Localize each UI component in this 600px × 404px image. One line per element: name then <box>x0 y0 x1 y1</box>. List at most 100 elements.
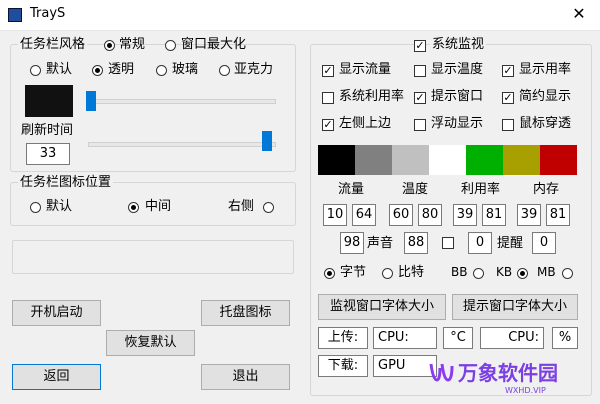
transparency-slider-thumb[interactable] <box>86 91 96 111</box>
remind-label: 提醒 <box>497 236 524 251</box>
header-memory: 内存 <box>533 182 560 197</box>
usage-value-1[interactable]: 39 <box>453 204 477 226</box>
simple-display-label: 简约显示 <box>519 89 572 104</box>
restore-default-button[interactable]: 恢复默认 <box>106 330 195 356</box>
watermark-logo-icon <box>428 360 454 386</box>
system-monitor-label: 系统监视 <box>430 37 487 52</box>
unit-byte-label: 字节 <box>340 265 367 280</box>
left-top-checkbox[interactable]: ✓ <box>322 119 334 131</box>
unit-bb-label: BB <box>451 265 468 279</box>
watermark-sub: WXHD.VIP <box>505 386 546 395</box>
monitor-font-size-button[interactable]: 监视窗口字体大小 <box>318 294 446 320</box>
style-glass-label: 玻璃 <box>172 62 199 77</box>
tray-icon-button[interactable]: 托盘图标 <box>201 300 290 326</box>
cpu-usage-label: CPU: <box>480 327 544 349</box>
download-label: 下载: <box>318 355 368 377</box>
system-usage-label: 系统利用率 <box>339 89 405 104</box>
color-swatch[interactable] <box>25 85 73 117</box>
show-temperature-checkbox[interactable] <box>414 65 426 77</box>
remind-value[interactable]: 0 <box>532 232 556 254</box>
position-center-label: 中间 <box>145 199 172 214</box>
celsius-label: °C <box>443 327 473 349</box>
taskbar-style-label: 任务栏风格 <box>18 37 88 52</box>
icon-position-label: 任务栏图标位置 <box>18 175 114 190</box>
temperature-value-2[interactable]: 80 <box>418 204 442 226</box>
unit-kb-label: KB <box>496 265 513 279</box>
style-default-label: 默认 <box>46 62 73 77</box>
window-title: TrayS <box>30 6 66 21</box>
float-display-label: 浮动显示 <box>431 116 484 131</box>
radio-unit-kb[interactable] <box>517 268 528 279</box>
color-swatch-silver[interactable] <box>392 145 429 175</box>
temperature-value-1[interactable]: 60 <box>389 204 413 226</box>
position-default-label: 默认 <box>46 199 73 214</box>
radio-style-glass[interactable] <box>156 65 167 76</box>
title-bar <box>0 0 600 31</box>
sound-value[interactable]: 88 <box>404 232 428 254</box>
simple-display-checkbox[interactable]: ✓ <box>502 92 514 104</box>
tip-window-checkbox[interactable]: ✓ <box>414 92 426 104</box>
show-traffic-label: 显示流量 <box>339 62 392 77</box>
tip-font-size-button[interactable]: 提示窗口字体大小 <box>452 294 578 320</box>
close-button[interactable]: ✕ <box>566 3 592 25</box>
back-button[interactable]: 返回 <box>12 364 101 390</box>
refresh-time-input[interactable]: 33 <box>26 143 70 165</box>
empty-panel <box>12 240 294 274</box>
radio-position-center[interactable] <box>128 202 139 213</box>
sound-left-value[interactable]: 98 <box>340 232 364 254</box>
radio-unit-byte[interactable] <box>324 268 335 279</box>
style-transparent-label: 透明 <box>108 62 135 77</box>
system-usage-checkbox[interactable] <box>322 92 334 104</box>
header-temperature: 温度 <box>402 182 429 197</box>
radio-position-right[interactable] <box>263 202 274 213</box>
color-swatch-red[interactable] <box>540 145 577 175</box>
refresh-slider-thumb[interactable] <box>262 131 272 151</box>
tip-window-label: 提示窗口 <box>431 89 484 104</box>
header-traffic: 流量 <box>338 182 365 197</box>
usage-value-2[interactable]: 81 <box>482 204 506 226</box>
radio-style-transparent[interactable] <box>92 65 103 76</box>
radio-position-default[interactable] <box>30 202 41 213</box>
unit-bit-label: 比特 <box>398 265 425 280</box>
app-icon <box>8 8 22 22</box>
cpu-temp-label: CPU: <box>373 327 437 349</box>
position-right-label: 右侧 <box>228 199 255 214</box>
radio-unit-bb[interactable] <box>473 268 484 279</box>
percent-label: % <box>552 327 578 349</box>
color-swatch-black[interactable] <box>318 145 355 175</box>
autostart-button[interactable]: 开机启动 <box>12 300 101 326</box>
exit-button[interactable]: 退出 <box>201 364 290 390</box>
radio-mode-normal[interactable] <box>104 40 115 51</box>
radio-mode-maximize[interactable] <box>165 40 176 51</box>
show-traffic-checkbox[interactable]: ✓ <box>322 65 334 77</box>
memory-value-2[interactable]: 81 <box>546 204 570 226</box>
traffic-value-2[interactable]: 64 <box>352 204 376 226</box>
memory-value-1[interactable]: 39 <box>517 204 541 226</box>
traffic-value-1[interactable]: 10 <box>323 204 347 226</box>
show-temperature-label: 显示温度 <box>431 62 484 77</box>
color-swatch-gray[interactable] <box>355 145 392 175</box>
watermark-text: 万象软件园 <box>458 361 558 385</box>
radio-style-default[interactable] <box>30 65 41 76</box>
sound-label: 声音 <box>367 236 394 251</box>
system-monitor-checkbox[interactable]: ✓ <box>414 40 426 52</box>
radio-style-acrylic[interactable] <box>219 65 230 76</box>
remind-checkbox[interactable] <box>442 237 454 249</box>
mouse-through-label: 鼠标穿透 <box>519 116 572 131</box>
radio-unit-bit[interactable] <box>382 268 393 279</box>
color-swatch-green[interactable] <box>466 145 503 175</box>
radio-unit-mb[interactable] <box>562 268 573 279</box>
mouse-through-checkbox[interactable] <box>502 119 514 131</box>
mode-normal-label: 常规 <box>119 37 146 52</box>
transparency-slider-track[interactable] <box>90 99 276 104</box>
left-top-label: 左侧上边 <box>339 116 392 131</box>
refresh-slider-track[interactable] <box>88 142 276 147</box>
float-display-checkbox[interactable] <box>414 119 426 131</box>
style-acrylic-label: 亚克力 <box>234 62 274 77</box>
mode-maximize-label: 窗口最大化 <box>181 37 247 52</box>
color-swatch-white[interactable] <box>429 145 466 175</box>
color-swatch-olive[interactable] <box>503 145 540 175</box>
show-usage-checkbox[interactable]: ✓ <box>502 65 514 77</box>
remind-left-value[interactable]: 0 <box>468 232 492 254</box>
refresh-time-label: 刷新时间 <box>21 123 74 138</box>
